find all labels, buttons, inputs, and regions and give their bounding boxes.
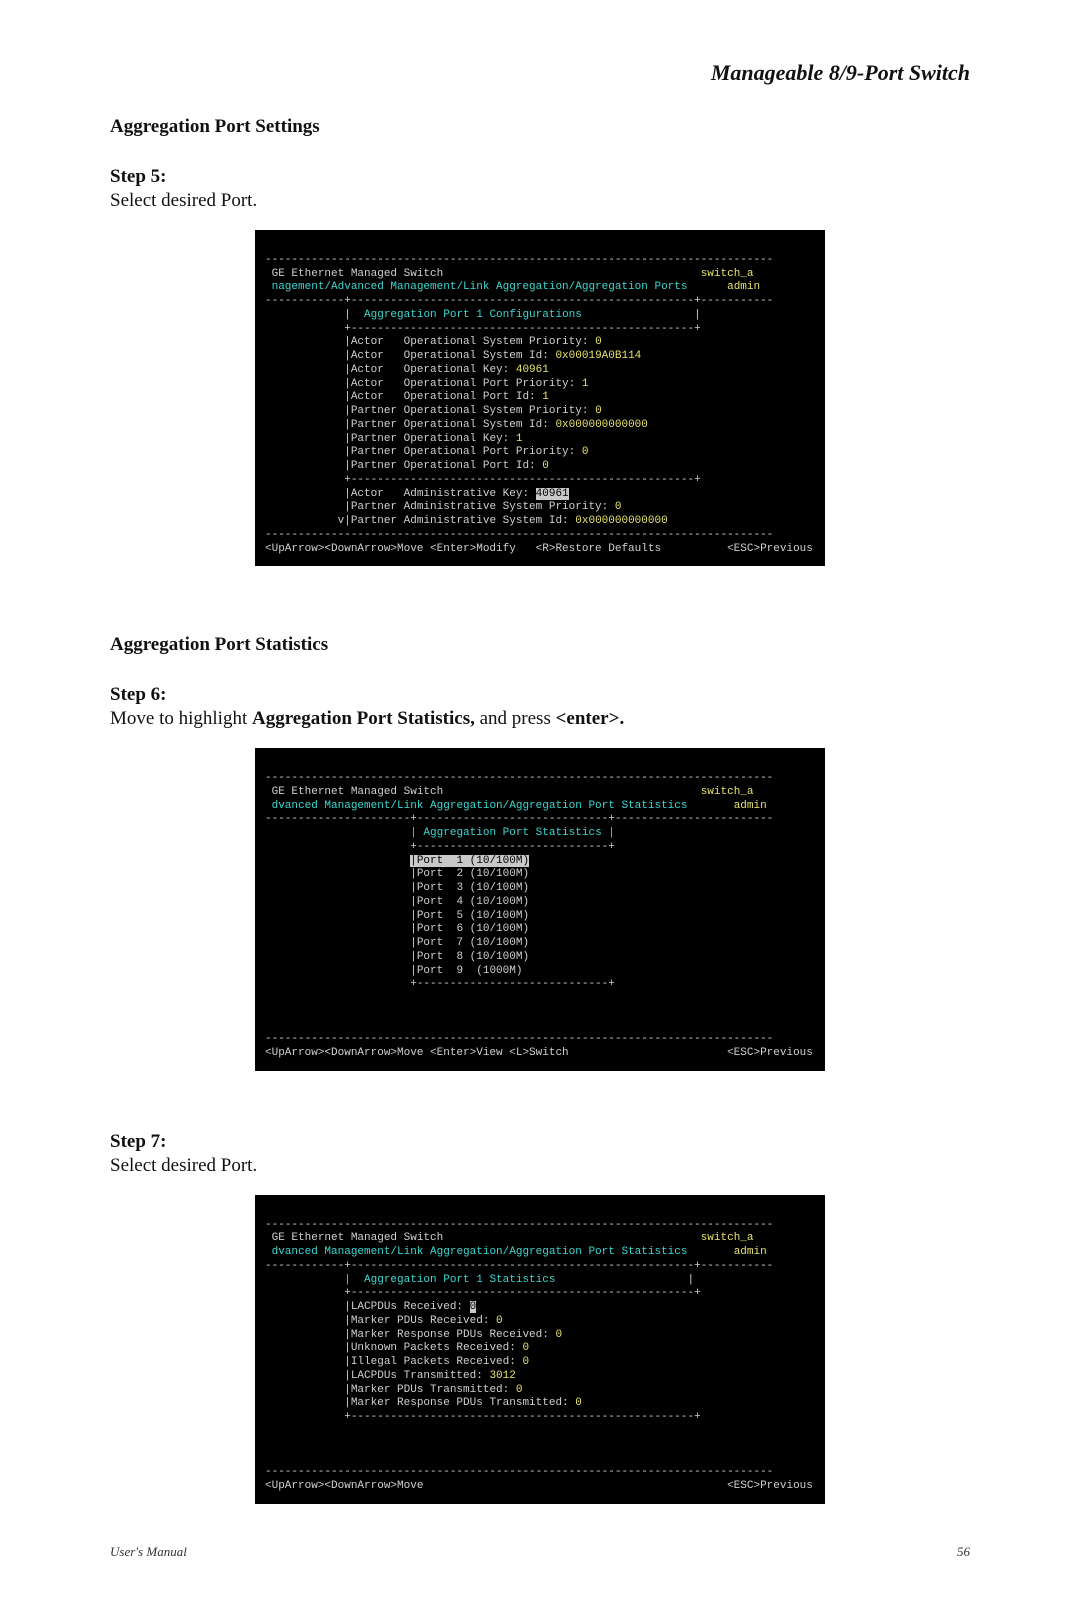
footer-left: User's Manual xyxy=(110,1544,187,1560)
terminal-breadcrumb: dvanced Management/Link Aggregation/Aggr… xyxy=(272,800,688,812)
stat-row: |Marker Response PDUs Transmitted: 0 xyxy=(344,1397,582,1409)
terminal-help-bar: <UpArrow><DownArrow>Move <Enter>View <L>… xyxy=(265,1047,813,1059)
cfg-row: |Partner Operational System Priority: 0 xyxy=(344,405,601,417)
port-row[interactable]: |Port 7 (10/100M) xyxy=(410,937,529,949)
step-6-label: Step 6: xyxy=(110,684,970,706)
stat-row: |Marker PDUs Received: 0 xyxy=(344,1315,502,1327)
divider: ----------------------------------------… xyxy=(265,254,773,266)
cfg-row-selected[interactable]: |Actor Administrative Key: 40961 xyxy=(344,488,568,500)
divider: ----------------------------------------… xyxy=(265,772,773,784)
cfg-row: |Actor Operational Key: 40961 xyxy=(344,364,549,376)
footer-page-number: 56 xyxy=(957,1544,970,1560)
section-title-2: Aggregation Port Statistics xyxy=(110,634,970,656)
stat-row: |Illegal Packets Received: 0 xyxy=(344,1356,529,1368)
terminal-host: switch_a xyxy=(701,786,754,798)
port-row-selected[interactable]: |Port 1 (10/100M) xyxy=(410,855,529,867)
cfg-row: |Actor Operational System Id: 0x00019A0B… xyxy=(344,350,641,362)
terminal-figure-1: ----------------------------------------… xyxy=(255,230,825,566)
terminal-brand: GE Ethernet Managed Switch xyxy=(272,786,444,798)
divider: ----------------------------------------… xyxy=(265,1466,773,1478)
cfg-row: |Actor Operational Port Priority: 1 xyxy=(344,378,588,390)
port-row[interactable]: |Port 9 (1000M) xyxy=(410,965,522,977)
step-6-body: Move to highlight Aggregation Port Stati… xyxy=(110,708,970,730)
terminal-host: switch_a xyxy=(701,1232,754,1244)
panel-title: | Aggregation Port 1 Statistics xyxy=(344,1274,555,1286)
terminal-user: admin xyxy=(727,281,760,293)
step-5-label: Step 5: xyxy=(110,166,970,188)
port-row[interactable]: |Port 4 (10/100M) xyxy=(410,896,529,908)
terminal-figure-2: ----------------------------------------… xyxy=(255,748,825,1071)
cfg-row: |Partner Operational Port Id: 0 xyxy=(344,460,549,472)
cfg-row: |Partner Administrative System Priority:… xyxy=(344,501,621,513)
panel-title: Aggregation Port 1 Configurations xyxy=(364,309,582,321)
page-title: Manageable 8/9-Port Switch xyxy=(110,60,970,86)
divider: ------------+---------------------------… xyxy=(265,1260,773,1272)
terminal-screen-3: ----------------------------------------… xyxy=(255,1195,825,1504)
port-row[interactable]: |Port 8 (10/100M) xyxy=(410,951,529,963)
port-row[interactable]: |Port 6 (10/100M) xyxy=(410,923,529,935)
cfg-row: |Actor Operational Port Id: 1 xyxy=(344,391,549,403)
panel-title: | Aggregation Port Statistics | xyxy=(410,827,615,839)
divider: ----------------------------------------… xyxy=(265,529,773,541)
terminal-help-bar: <UpArrow><DownArrow>Move <Enter>Modify <… xyxy=(265,543,813,555)
terminal-breadcrumb: dvanced Management/Link Aggregation/Aggr… xyxy=(272,1246,688,1258)
stat-row: |Unknown Packets Received: 0 xyxy=(344,1342,529,1354)
cfg-row: |Partner Operational Port Priority: 0 xyxy=(344,446,588,458)
step-7-body: Select desired Port. xyxy=(110,1155,970,1177)
terminal-user: admin xyxy=(734,1246,767,1258)
page-footer: User's Manual 56 xyxy=(110,1544,970,1560)
terminal-screen-1: ----------------------------------------… xyxy=(255,230,825,566)
terminal-brand: GE Ethernet Managed Switch xyxy=(272,1232,444,1244)
stat-row: |Marker Response PDUs Received: 0 xyxy=(344,1329,562,1341)
step-7-label: Step 7: xyxy=(110,1131,970,1153)
divider: ------------+---------------------------… xyxy=(265,295,773,307)
stat-row-selected[interactable]: |LACPDUs Received: 0 xyxy=(344,1301,476,1313)
cfg-row: |Actor Operational System Priority: 0 xyxy=(344,336,601,348)
cfg-row: |Partner Operational System Id: 0x000000… xyxy=(344,419,648,431)
divider: ----------------------------------------… xyxy=(265,1033,773,1045)
stat-row: |LACPDUs Transmitted: 3012 xyxy=(344,1370,516,1382)
cfg-row: v|Partner Administrative System Id: 0x00… xyxy=(338,515,668,527)
port-row[interactable]: |Port 5 (10/100M) xyxy=(410,910,529,922)
stat-row: |Marker PDUs Transmitted: 0 xyxy=(344,1384,522,1396)
terminal-help-bar: <UpArrow><DownArrow>Move <ESC>Previous xyxy=(265,1480,813,1492)
port-row[interactable]: |Port 3 (10/100M) xyxy=(410,882,529,894)
terminal-screen-2: ----------------------------------------… xyxy=(255,748,825,1071)
cfg-row: |Partner Operational Key: 1 xyxy=(344,433,522,445)
port-row[interactable]: |Port 2 (10/100M) xyxy=(410,868,529,880)
terminal-breadcrumb: nagement/Advanced Management/Link Aggreg… xyxy=(272,281,688,293)
terminal-brand: GE Ethernet Managed Switch xyxy=(272,268,444,280)
terminal-user: admin xyxy=(734,800,767,812)
terminal-host: switch_a xyxy=(701,268,754,280)
divider: ----------------------------------------… xyxy=(265,1219,773,1231)
divider: ----------------------+-----------------… xyxy=(265,813,773,825)
section-title-1: Aggregation Port Settings xyxy=(110,116,970,138)
terminal-figure-3: ----------------------------------------… xyxy=(255,1195,825,1504)
step-5-body: Select desired Port. xyxy=(110,190,970,212)
